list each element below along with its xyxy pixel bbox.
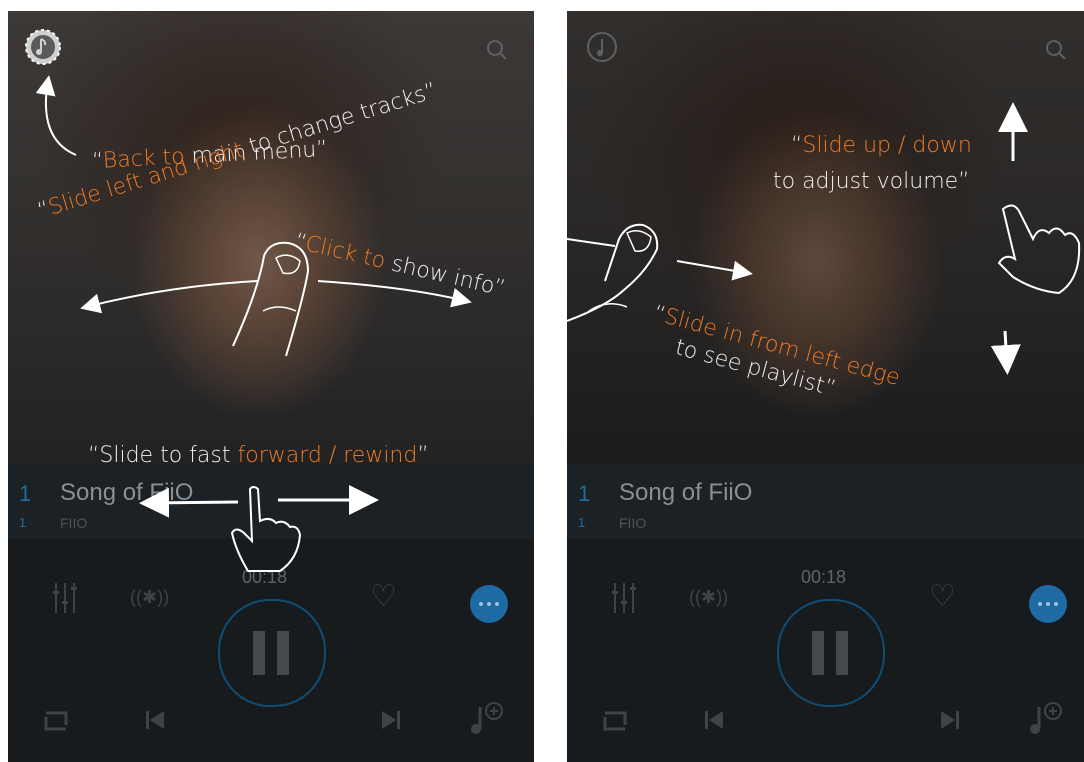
previous-icon[interactable] — [144, 709, 166, 731]
header-bar — [8, 11, 534, 81]
add-music-icon[interactable] — [470, 699, 504, 737]
playback-controls: ((✱)) 00:18 ♡ — [8, 539, 534, 762]
search-icon[interactable] — [486, 39, 508, 61]
playback-controls: ((✱)) 00:18 ♡ — [567, 539, 1084, 762]
annotation-volume-title: “Slide up / down — [791, 133, 972, 158]
annotation-fast-forward: “Slide to fast forward / rewind” — [88, 443, 429, 468]
track-sub-number: 1 — [19, 515, 27, 530]
header-bar — [567, 11, 1084, 81]
bluetooth-icon[interactable]: ((✱)) — [689, 587, 728, 608]
repeat-icon[interactable] — [38, 707, 74, 735]
now-playing-bar[interactable]: 1 1 Song of FiiO FIIO — [567, 463, 1084, 539]
next-icon[interactable] — [939, 709, 961, 731]
track-number: 1 — [19, 481, 32, 506]
track-title: Song of FiiO — [619, 479, 753, 506]
music-note-circle-icon[interactable] — [583, 28, 621, 66]
bluetooth-icon[interactable]: ((✱)) — [130, 587, 169, 608]
music-note-circle-icon[interactable] — [24, 28, 62, 66]
now-playing-bar[interactable]: 1 1 Song of FiiO FIIO — [8, 463, 534, 539]
pause-icon — [253, 631, 265, 675]
track-title: Song of FiiO — [60, 479, 194, 506]
search-icon[interactable] — [1045, 39, 1067, 61]
phone-screen-right: 1 1 Song of FiiO FIIO ((✱)) 00:18 ♡ “Sli… — [567, 11, 1084, 762]
heart-icon[interactable]: ♡ — [929, 579, 956, 614]
elapsed-time: 00:18 — [242, 567, 288, 587]
repeat-icon[interactable] — [597, 707, 633, 735]
previous-icon[interactable] — [703, 709, 725, 731]
phone-screen-left: 1 1 Song of FiiO FIIO ((✱)) 00:18 ♡ “Bac… — [8, 11, 534, 762]
track-artist: FIIO — [619, 515, 647, 531]
next-icon[interactable] — [380, 709, 402, 731]
pause-button[interactable] — [218, 599, 326, 707]
elapsed-time: 00:18 — [801, 567, 847, 587]
equalizer-icon[interactable] — [52, 581, 78, 615]
equalizer-icon[interactable] — [611, 581, 637, 615]
add-music-icon[interactable] — [1029, 699, 1063, 737]
more-button[interactable] — [470, 585, 508, 623]
track-number: 1 — [578, 481, 591, 506]
pause-button[interactable] — [777, 599, 885, 707]
track-sub-number: 1 — [578, 515, 586, 530]
heart-icon[interactable]: ♡ — [370, 579, 397, 614]
track-artist: FIIO — [60, 515, 88, 531]
annotation-volume-desc: to adjust volume” — [773, 169, 970, 194]
more-button[interactable] — [1029, 585, 1067, 623]
pause-icon — [812, 631, 824, 675]
